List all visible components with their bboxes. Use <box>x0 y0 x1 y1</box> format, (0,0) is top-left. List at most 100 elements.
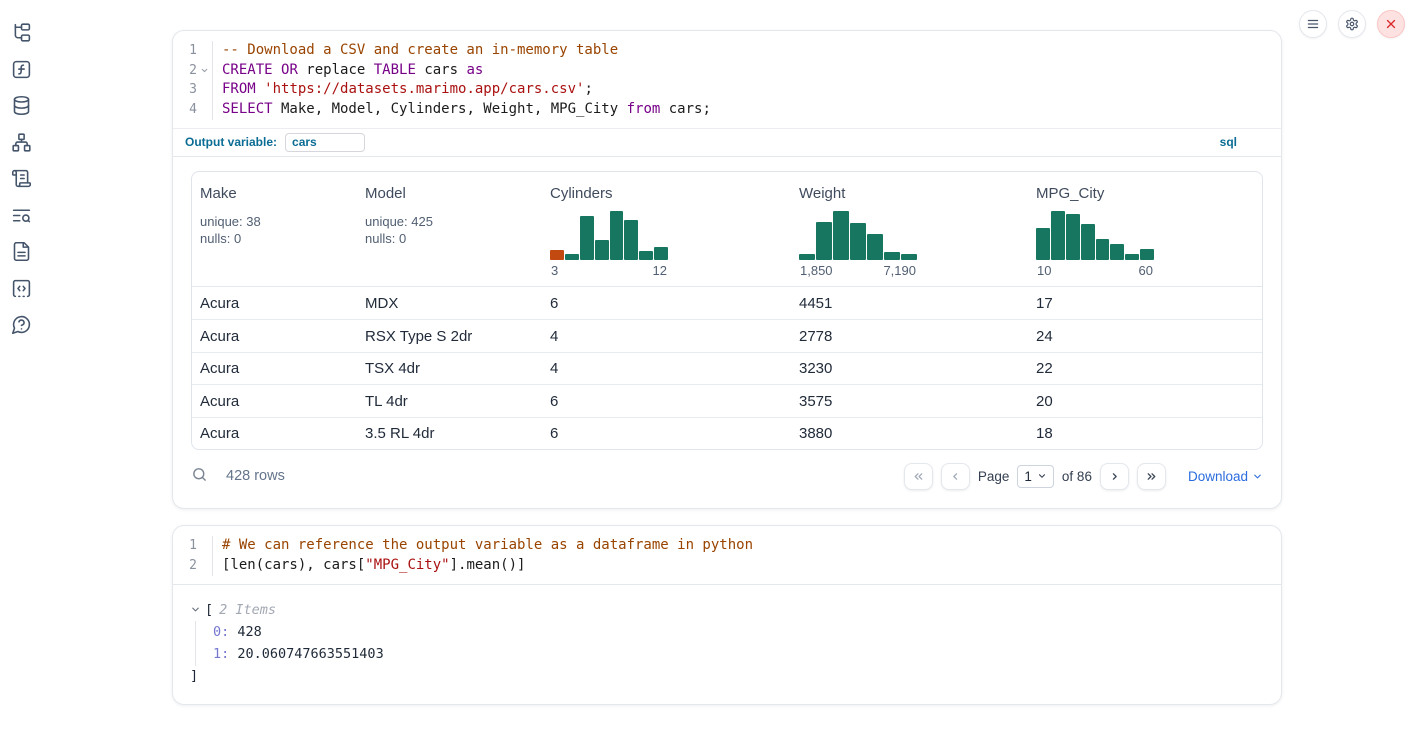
scratchpad-icon[interactable] <box>11 168 32 189</box>
line-gutter: 4 <box>173 100 213 120</box>
column-header-mpg_city[interactable]: MPG_City 1060 <box>1028 172 1262 286</box>
table-row[interactable]: Acura3.5 RL 4dr6388018 <box>192 417 1262 450</box>
column-label: Weight <box>799 185 1018 202</box>
first-page-button[interactable] <box>904 463 933 490</box>
histogram-bar <box>580 216 594 260</box>
functions-icon[interactable] <box>11 59 32 80</box>
table-cell: 2778 <box>791 328 1028 345</box>
tree-collapse-icon[interactable] <box>190 604 202 615</box>
code-line[interactable]: 4SELECT Make, Model, Cylinders, Weight, … <box>173 100 1281 120</box>
chevron-down-icon <box>1252 471 1263 482</box>
column-header-cylinders[interactable]: Cylinders312 <box>542 172 791 286</box>
page-total-label: of 86 <box>1062 469 1092 484</box>
data-table: Makeunique: 38nulls: 0Modelunique: 425nu… <box>191 171 1263 451</box>
column-header-make[interactable]: Makeunique: 38nulls: 0 <box>192 172 357 286</box>
histogram-min-label: 1,850 <box>800 263 833 278</box>
last-page-button[interactable] <box>1137 463 1166 490</box>
next-page-button[interactable] <box>1100 463 1129 490</box>
output-variable-label: Output variable: <box>185 135 277 149</box>
code-line[interactable]: 1 # We can reference the output variable … <box>173 536 1281 556</box>
column-header-model[interactable]: Modelunique: 425nulls: 0 <box>357 172 542 286</box>
dependency-graph-icon[interactable] <box>11 132 32 153</box>
code-line[interactable]: 2CREATE OR replace TABLE cars as <box>173 61 1281 81</box>
line-number: 2 <box>173 556 197 576</box>
output-variable-input[interactable] <box>285 133 365 152</box>
table-row[interactable]: AcuraTSX 4dr4323022 <box>192 352 1262 385</box>
code-line[interactable]: 3FROM 'https://datasets.marimo.app/cars.… <box>173 80 1281 100</box>
code-token: SELECT <box>222 101 273 117</box>
code-token <box>273 62 281 78</box>
histogram-bar <box>1125 254 1139 260</box>
chevron-down-icon <box>1037 471 1047 481</box>
page-select[interactable]: 1 <box>1017 465 1054 488</box>
fold-chevron-icon[interactable] <box>197 61 211 81</box>
previous-page-button[interactable] <box>941 463 970 490</box>
line-number: 1 <box>173 536 197 556</box>
table-header: Makeunique: 38nulls: 0Modelunique: 425nu… <box>192 172 1262 287</box>
logs-icon[interactable] <box>11 205 32 226</box>
tree-open-bracket: [ <box>205 599 213 621</box>
line-number: 4 <box>173 100 197 120</box>
code-token: ; <box>584 81 592 97</box>
sql-code-editor[interactable]: 1-- Download a CSV and create an in-memo… <box>173 31 1281 128</box>
tree-entry-value: 428 <box>229 624 262 640</box>
table-cell: 6 <box>542 425 791 442</box>
download-label: Download <box>1188 469 1248 484</box>
code-line[interactable]: 2[len(cars), cars["MPG_City"].mean()] <box>173 556 1281 576</box>
python-code-editor[interactable]: 1 # We can reference the output variable … <box>173 526 1281 584</box>
histogram-bar <box>833 211 849 260</box>
column-stats: unique: 425nulls: 0 <box>365 213 532 247</box>
table-cell: 3575 <box>791 393 1028 410</box>
table-row[interactable]: AcuraRSX Type S 2dr4277824 <box>192 319 1262 352</box>
code-token: TABLE <box>374 62 416 78</box>
table-cell: 18 <box>1028 425 1262 442</box>
settings-button[interactable] <box>1338 10 1366 38</box>
line-number: 3 <box>173 80 197 100</box>
sql-cell-footer: Output variable: sql <box>173 128 1281 157</box>
sql-output-area: Makeunique: 38nulls: 0Modelunique: 425nu… <box>173 157 1281 509</box>
page-label: Page <box>978 469 1010 484</box>
language-badge[interactable]: sql <box>1220 135 1237 149</box>
search-icon[interactable] <box>191 466 212 487</box>
table-row[interactable]: AcuraMDX6445117 <box>192 287 1262 320</box>
code-token: CREATE <box>222 62 273 78</box>
table-cell: 4 <box>542 360 791 377</box>
code-token <box>256 81 264 97</box>
tree-entry: 0: 428 <box>213 621 1261 644</box>
histogram-bar <box>610 211 624 260</box>
histogram-max-label: 7,190 <box>883 263 916 278</box>
code-token: # We can reference the output variable a… <box>222 537 753 553</box>
table-cell: 3230 <box>791 360 1028 377</box>
code-token: OR <box>281 62 298 78</box>
file-tree-icon[interactable] <box>11 22 32 43</box>
histogram-bar <box>565 254 579 260</box>
histogram-bar <box>1081 224 1095 260</box>
tree-entry-value: 20.060747663551403 <box>229 646 383 662</box>
column-label: MPG_City <box>1036 185 1252 202</box>
code-line[interactable]: 1-- Download a CSV and create an in-memo… <box>173 41 1281 61</box>
table-row[interactable]: AcuraTL 4dr6357520 <box>192 384 1262 417</box>
shutdown-button[interactable] <box>1377 10 1405 38</box>
table-cell: Acura <box>192 393 357 410</box>
column-header-weight[interactable]: Weight 1,850 7,190 <box>791 172 1028 286</box>
code-token: from <box>627 101 661 117</box>
help-icon[interactable] <box>11 314 32 335</box>
table-cell: 3.5 RL 4dr <box>357 425 542 442</box>
histogram-bar <box>1066 214 1080 260</box>
histogram-min-label: 3 <box>551 263 558 278</box>
documentation-icon[interactable] <box>11 241 32 262</box>
line-number: 2 <box>173 61 197 81</box>
row-count: 428 rows <box>226 468 285 484</box>
histogram-bar <box>867 234 883 260</box>
datasources-icon[interactable] <box>11 95 32 116</box>
line-gutter: 2 <box>173 556 213 576</box>
download-button[interactable]: Download <box>1188 469 1263 484</box>
histogram-bar <box>1096 239 1110 260</box>
menu-button[interactable] <box>1299 10 1327 38</box>
tree-entry: 1: 20.060747663551403 <box>213 643 1261 666</box>
table-cell: 24 <box>1028 328 1262 345</box>
code-token: ].mean()] <box>450 557 526 573</box>
snippets-icon[interactable] <box>11 278 32 299</box>
line-gutter: 1 <box>173 41 213 61</box>
column-histogram: 1060 <box>1036 208 1154 278</box>
